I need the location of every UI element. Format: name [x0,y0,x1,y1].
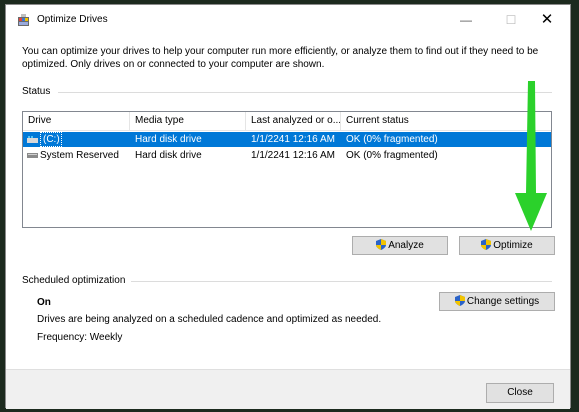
close-button[interactable]: Close [486,383,554,403]
windows-drive-icon [27,136,38,143]
change-settings-button[interactable]: Change settings [439,292,555,311]
schedule-frequency: Frequency: Weekly [37,332,123,343]
optimize-button[interactable]: Optimize [459,236,555,255]
dialog-footer: Close [6,369,570,409]
media-type: Hard disk drive [135,150,202,161]
schedule-description: Drives are being analyzed on a scheduled… [37,314,382,325]
drives-table[interactable]: Drive Media type Last analyzed or o... C… [22,111,552,228]
current-status: OK (0% fragmented) [346,134,438,145]
window-title: Optimize Drives [37,14,108,25]
table-row[interactable]: System Reserved Hard disk drive 1/1/2241… [23,148,551,163]
current-status: OK (0% fragmented) [346,150,438,161]
close-window-button[interactable]: ✕ [532,9,562,31]
media-type: Hard disk drive [135,134,202,145]
table-row[interactable]: (C:) Hard disk drive 1/1/2241 12:16 AM O… [23,132,551,147]
maximize-button[interactable]: ☐ [496,9,526,31]
analyze-button[interactable]: Analyze [352,236,448,255]
change-settings-label: Change settings [466,296,540,307]
defrag-app-icon [18,14,29,26]
scheduled-divider [131,281,552,282]
green-arrow-annotation [515,81,547,231]
uac-shield-icon [454,295,465,306]
drive-name: (C:) [43,134,60,145]
status-section-label: Status [22,86,51,97]
uac-shield-icon [481,239,492,250]
column-header-media-type[interactable]: Media type [130,112,246,130]
description-text: You can optimize your drives to help you… [22,46,539,70]
last-analyzed: 1/1/2241 12:16 AM [251,134,335,145]
drive-icon [27,153,38,158]
drive-name: System Reserved [40,150,119,161]
title-bar: Optimize Drives — ☐ ✕ [6,5,570,35]
optimize-drives-window: Optimize Drives — ☐ ✕ You can optimize y… [5,4,571,409]
scheduled-section-label: Scheduled optimization [22,275,126,286]
table-header: Drive Media type Last analyzed or o... C… [23,112,551,131]
uac-shield-icon [376,239,387,250]
last-analyzed: 1/1/2241 12:16 AM [251,150,335,161]
schedule-state: On [37,297,51,308]
optimize-button-label: Optimize [493,240,533,251]
minimize-button[interactable]: — [451,9,481,31]
column-header-last-analyzed[interactable]: Last analyzed or o... [246,112,341,130]
column-header-drive[interactable]: Drive [23,112,130,130]
status-divider [58,92,552,93]
analyze-button-label: Analyze [388,240,424,251]
